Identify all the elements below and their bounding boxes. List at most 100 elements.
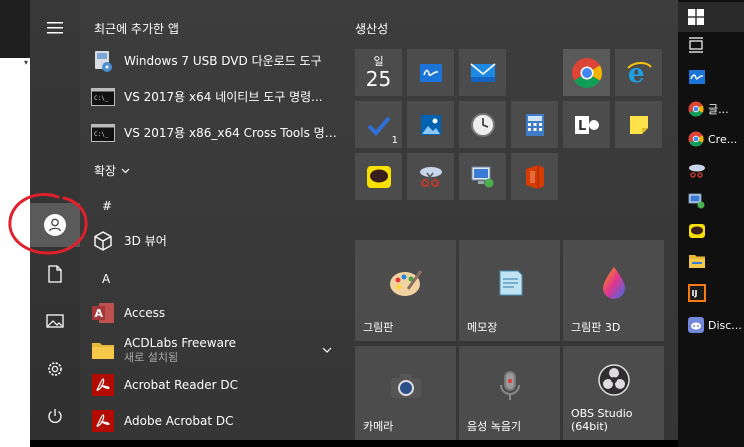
office-icon (525, 164, 544, 189)
start-menu: 최근에 추가한 앱 Windows 7 USB DVD 다운로드 도구 C:\_… (30, 0, 678, 447)
whiteboard-icon (419, 63, 442, 82)
access-icon: A (90, 300, 116, 326)
pictures-button[interactable] (30, 299, 80, 343)
app-item-access[interactable]: A Access (90, 296, 340, 330)
camera-tile[interactable]: 카메라 (355, 346, 456, 440)
camera-label: 카메라 (363, 420, 394, 433)
letter-header-hash[interactable]: # (102, 199, 112, 213)
app-item-adobe-acrobat-dc[interactable]: Adobe Acrobat DC (90, 404, 340, 438)
office-lync-icon: L (574, 115, 599, 134)
background-window-titlebar (0, 0, 30, 58)
calendar-day-name: 일 (373, 54, 384, 68)
paint-3d-tile[interactable]: 그림판 3D (563, 240, 664, 341)
taskbar-chrome-1[interactable]: 글... (678, 94, 744, 124)
app-item-usb-dvd-tool[interactable]: Windows 7 USB DVD 다운로드 도구 (90, 44, 340, 78)
chrome-tile[interactable] (563, 49, 610, 96)
discord-icon (688, 317, 704, 333)
notepad-tile[interactable]: 메모장 (459, 240, 560, 341)
whiteboard-tile[interactable] (407, 49, 454, 96)
paint-palette-icon (389, 269, 422, 296)
ie-edge-icon: e (626, 59, 652, 87)
photos-tile[interactable] (407, 101, 454, 148)
tile-area: 생산성 일 25 e 1 L 그림판 메모장 그림판 3D 카메라 음성 녹음기… (355, 0, 675, 447)
file-explorer-icon (689, 255, 705, 268)
app-item-vs2017-x64-native[interactable]: C:\_ VS 2017용 x64 네이티브 도구 명령... (90, 80, 340, 114)
app-list: 최근에 추가한 앱 Windows 7 USB DVD 다운로드 도구 C:\_… (80, 0, 342, 447)
start-rail (30, 0, 80, 447)
taskbar-kakaotalk[interactable] (678, 216, 744, 246)
power-button[interactable] (30, 394, 80, 438)
acrobat-icon (90, 372, 116, 398)
obs-studio-tile[interactable]: OBS Studio (64bit) (563, 346, 664, 440)
app-item-3d-viewer[interactable]: 3D 뷰어 (90, 224, 340, 258)
usb-tool-icon (90, 48, 116, 74)
power-icon (48, 409, 62, 423)
checkmark-icon (367, 116, 391, 136)
edge-tile[interactable]: e (615, 49, 662, 96)
background-window: ▾ (0, 0, 30, 447)
paint-label: 그림판 (363, 321, 394, 334)
paint-tile[interactable]: 그림판 (355, 240, 456, 341)
svg-text:C:\_: C:\_ (94, 131, 109, 138)
start-button[interactable] (678, 2, 744, 32)
mail-icon (469, 62, 496, 82)
expand-toggle[interactable]: 확장 (94, 162, 130, 179)
calendar-tile[interactable]: 일 25 (355, 49, 402, 96)
taskbar-network-app[interactable] (678, 186, 744, 216)
scissors-icon (419, 166, 442, 187)
app-item-acrobat-reader-dc[interactable]: Acrobat Reader DC (90, 368, 340, 402)
kakaotalk-tile[interactable] (355, 153, 402, 200)
sticky-notes-tile[interactable] (615, 101, 662, 148)
calendar-day-number: 25 (365, 66, 392, 91)
newly-installed-label: 새로 설치됨 (124, 350, 179, 364)
photos-icon (420, 114, 441, 135)
paint-3d-icon (602, 266, 625, 299)
picture-icon (46, 314, 64, 328)
chrome-icon (688, 101, 704, 117)
svg-text:A: A (95, 307, 104, 320)
acrobat-icon (90, 408, 116, 434)
taskbar-intellij[interactable]: IJ (678, 278, 744, 308)
todo-tile[interactable]: 1 (355, 101, 402, 148)
taskbar-chrome-2[interactable]: Cre... (678, 124, 744, 154)
settings-button[interactable] (30, 347, 80, 391)
mail-tile[interactable] (459, 49, 506, 96)
recent-apps-header: 최근에 추가한 앱 (94, 22, 179, 36)
remote-desktop-icon (471, 166, 493, 187)
cmd-icon: C:\_ (90, 120, 116, 146)
office-tile[interactable] (511, 153, 558, 200)
svg-text:C:\_: C:\_ (94, 95, 109, 102)
cmd-icon: C:\_ (90, 84, 116, 110)
alarms-clock-tile[interactable] (459, 101, 506, 148)
task-view-button[interactable] (678, 30, 744, 60)
network-icon (688, 193, 705, 209)
svg-text:L: L (578, 119, 586, 134)
voice-recorder-label: 음성 녹음기 (467, 420, 522, 433)
taskbar-file-explorer[interactable] (678, 246, 744, 276)
voice-recorder-tile[interactable]: 음성 녹음기 (459, 346, 560, 440)
chevron-down-icon[interactable] (322, 347, 332, 353)
taskbar-discord[interactable]: Disc... (678, 310, 744, 340)
chrome-icon (688, 131, 704, 147)
tile-group-title[interactable]: 생산성 (355, 20, 388, 37)
user-account-button[interactable] (30, 203, 80, 247)
hamburger-icon (47, 22, 63, 34)
cube-3d-icon (90, 228, 116, 254)
app-item-vs2017-cross-tools[interactable]: C:\_ VS 2017용 x86_x64 Cross Tools 명령... (90, 116, 340, 150)
calculator-tile[interactable] (511, 101, 558, 148)
clock-icon (470, 112, 495, 137)
app-item-acdlabs-freeware[interactable]: ACDLabs Freeware 새로 설치됨 (90, 330, 340, 370)
taskbar-snipping-tool[interactable] (678, 156, 744, 186)
snipping-tool-tile[interactable] (407, 153, 454, 200)
remote-desktop-tile[interactable] (459, 153, 506, 200)
hamburger-menu-button[interactable] (30, 6, 80, 50)
taskbar-whiteboard[interactable] (678, 62, 744, 92)
skype-business-tile[interactable]: L (563, 101, 610, 148)
taskbar: 글... Cre... IJ Disc... (678, 0, 744, 447)
intellij-icon: IJ (688, 284, 706, 302)
letter-header-a[interactable]: A (102, 272, 110, 286)
sticky-note-icon (629, 115, 648, 134)
bottom-edge (30, 440, 678, 447)
documents-button[interactable] (30, 252, 80, 296)
kakaotalk-icon (689, 224, 705, 238)
